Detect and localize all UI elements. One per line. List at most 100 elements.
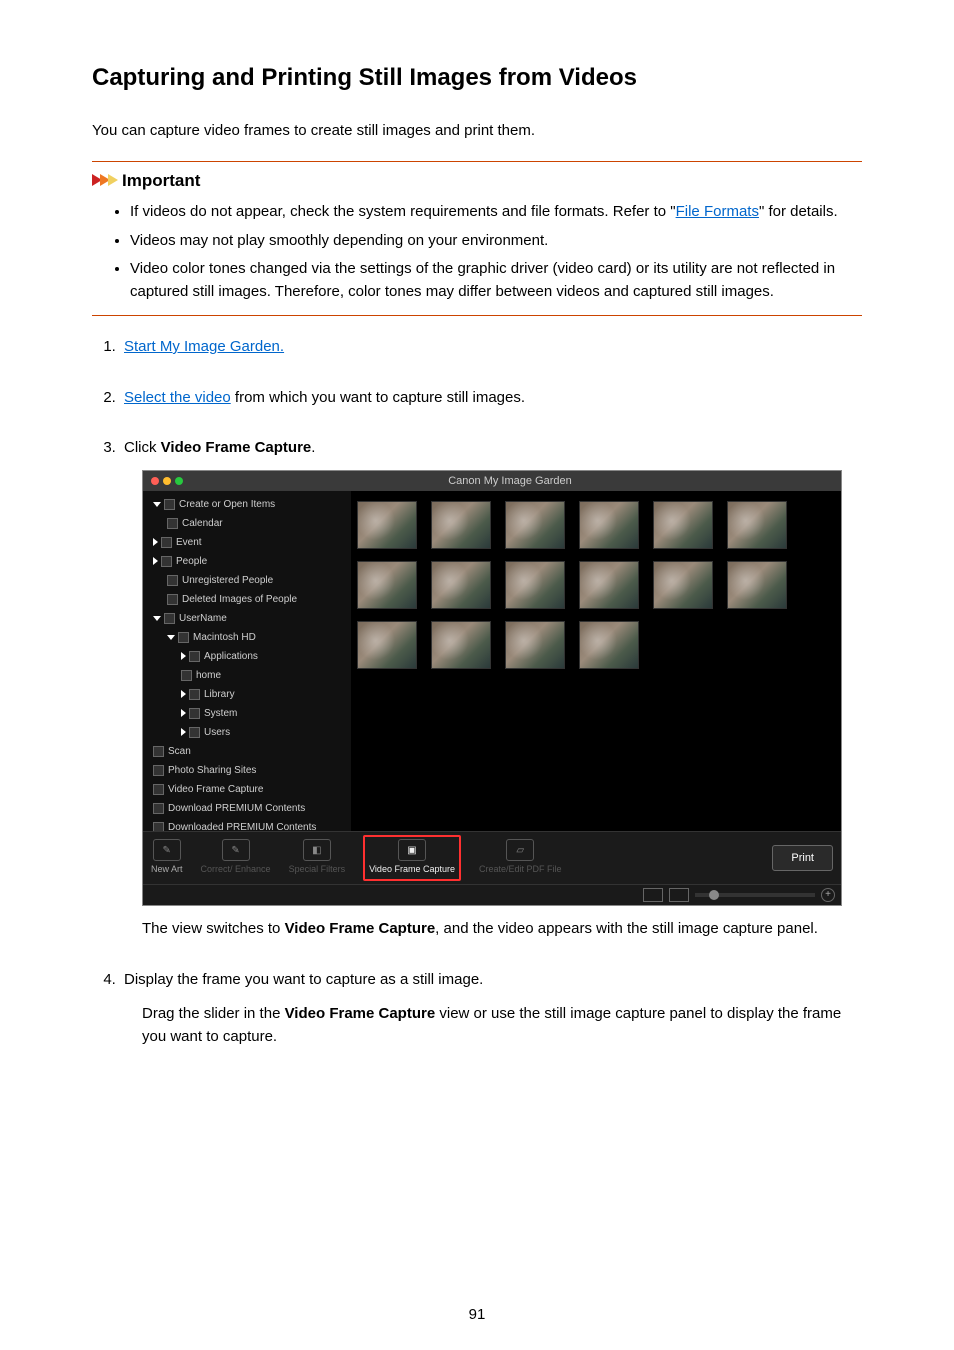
page-title: Capturing and Printing Still Images from… [92,60,862,96]
special-filters-button: ◧ Special Filters [289,839,346,877]
thumbnail[interactable] [727,501,787,549]
sidebar-item-photo-sharing[interactable]: Photo Sharing Sites [153,761,351,780]
close-icon[interactable] [151,477,159,485]
sidebar-item-label: Photo Sharing Sites [168,765,256,776]
sidebar-item-label: Macintosh HD [193,632,256,643]
callout-item-text: " for details. [759,203,838,220]
app-screenshot: Canon My Image Garden Create or Open Ite… [142,470,842,907]
view-mode-icon[interactable] [669,888,689,902]
sidebar-item-system[interactable]: System [153,704,351,723]
sidebar-item-label: Users [204,727,230,738]
thumbnail[interactable] [579,621,639,669]
callout-list: If videos do not appear, check the syste… [92,201,862,303]
sidebar-item-label: UserName [179,613,227,624]
sidebar-item-video-frame-capture[interactable]: Video Frame Capture [153,780,351,799]
video-frame-capture-icon: ▣ [398,839,426,861]
callout-header: Important [92,162,862,198]
callout-item: Videos may not play smoothly depending o… [130,230,862,253]
sidebar-item-label: Deleted Images of People [182,594,297,605]
sidebar-item-event[interactable]: Event [153,533,351,552]
zoom-icon[interactable] [175,477,183,485]
step-4-body-text: Drag the slider in the [142,1005,285,1022]
callout-item-text: Videos may not play smoothly depending o… [130,232,548,249]
sidebar-item-macintosh[interactable]: Macintosh HD [153,628,351,647]
thumbnail[interactable] [579,561,639,609]
print-button[interactable]: Print [772,845,833,871]
sidebar-item-users[interactable]: Users [153,723,351,742]
page-number: 91 [0,1304,954,1327]
sidebar-item-label: Scan [168,746,191,757]
chevron-group-icon [92,174,116,186]
thumbnail[interactable] [653,501,713,549]
sidebar-item-deleted[interactable]: Deleted Images of People [153,590,351,609]
zoom-slider[interactable] [695,893,815,897]
thumbnail[interactable] [579,501,639,549]
toolbar-label: Video Frame Capture [369,863,455,877]
correct-enhance-button: ✎ Correct/ Enhance [201,839,271,877]
thumbnail[interactable] [505,621,565,669]
step-4-body: Drag the slider in the Video Frame Captu… [142,1003,862,1048]
sidebar-item-downloaded-premium[interactable]: Downloaded PREMIUM Contents [153,818,351,831]
pdf-icon: ▱ [506,839,534,861]
view-mode-icon[interactable] [643,888,663,902]
thumbnail[interactable] [727,561,787,609]
zoom-knob-icon[interactable] [709,890,719,900]
step-3-text: Click [124,439,161,456]
thumbnail[interactable] [357,501,417,549]
thumbnail-grid [357,501,835,669]
correct-enhance-icon: ✎ [222,839,250,861]
new-art-icon: ✎ [153,839,181,861]
zoom-plus-icon[interactable]: + [821,888,835,902]
thumbnail[interactable] [505,561,565,609]
callout-title: Important [122,168,200,194]
thumbnail[interactable] [357,621,417,669]
step-1: Start My Image Garden. [120,336,862,359]
sidebar-item-applications[interactable]: Applications [153,647,351,666]
steps-list: Start My Image Garden. Select the video … [92,336,862,1048]
thumbnail[interactable] [431,501,491,549]
sidebar-item-label: Downloaded PREMIUM Contents [168,822,316,831]
sidebar-item-label: Event [176,537,202,548]
sidebar-item-create[interactable]: Create or Open Items [153,495,351,514]
sidebar-item-unregistered[interactable]: Unregistered People [153,571,351,590]
thumbnail[interactable] [431,621,491,669]
sidebar-item-username[interactable]: UserName [153,609,351,628]
step-3-bold: Video Frame Capture [161,439,312,456]
select-video-link[interactable]: Select the video [124,389,231,406]
toolbar-label: Correct/ Enhance [201,863,271,877]
toolbar-label: Create/Edit PDF File [479,863,562,877]
sidebar-item-label: Create or Open Items [179,499,275,510]
toolbar: ✎ New Art ✎ Correct/ Enhance ◧ Special F… [143,831,841,884]
start-garden-link[interactable]: Start My Image Garden. [124,338,284,355]
sidebar-item-home[interactable]: home [153,666,351,685]
sidebar-item-people[interactable]: People [153,552,351,571]
sidebar-item-label: Calendar [182,518,223,529]
callout-item-text: Video color tones changed via the settin… [130,260,835,300]
sidebar-item-label: Download PREMIUM Contents [168,803,305,814]
new-art-button[interactable]: ✎ New Art [151,839,183,877]
intro-paragraph: You can capture video frames to create s… [92,120,862,143]
callout-item-text: If videos do not appear, check the syste… [130,203,676,220]
create-pdf-button: ▱ Create/Edit PDF File [479,839,562,877]
sidebar-item-label: System [204,708,237,719]
thumbnail[interactable] [357,561,417,609]
toolbar-label: New Art [151,863,183,877]
sidebar-item-calendar[interactable]: Calendar [153,514,351,533]
step-4-body-bold: Video Frame Capture [285,1005,436,1022]
thumbnail[interactable] [431,561,491,609]
special-filters-icon: ◧ [303,839,331,861]
step-4-text: Display the frame you want to capture as… [124,971,483,988]
video-frame-capture-button[interactable]: ▣ Video Frame Capture [363,835,461,881]
sidebar-item-download-premium[interactable]: Download PREMIUM Contents [153,799,351,818]
thumbnail[interactable] [653,561,713,609]
callout-item: If videos do not appear, check the syste… [130,201,862,224]
sidebar-item-library[interactable]: Library [153,685,351,704]
important-callout: Important If videos do not appear, check… [92,161,862,317]
file-formats-link[interactable]: File Formats [676,203,759,220]
sidebar-item-scan[interactable]: Scan [153,742,351,761]
step-3-text-post: . [311,439,315,456]
sidebar-item-label: home [196,670,221,681]
sidebar-item-label: Video Frame Capture [168,784,263,795]
thumbnail[interactable] [505,501,565,549]
minimize-icon[interactable] [163,477,171,485]
